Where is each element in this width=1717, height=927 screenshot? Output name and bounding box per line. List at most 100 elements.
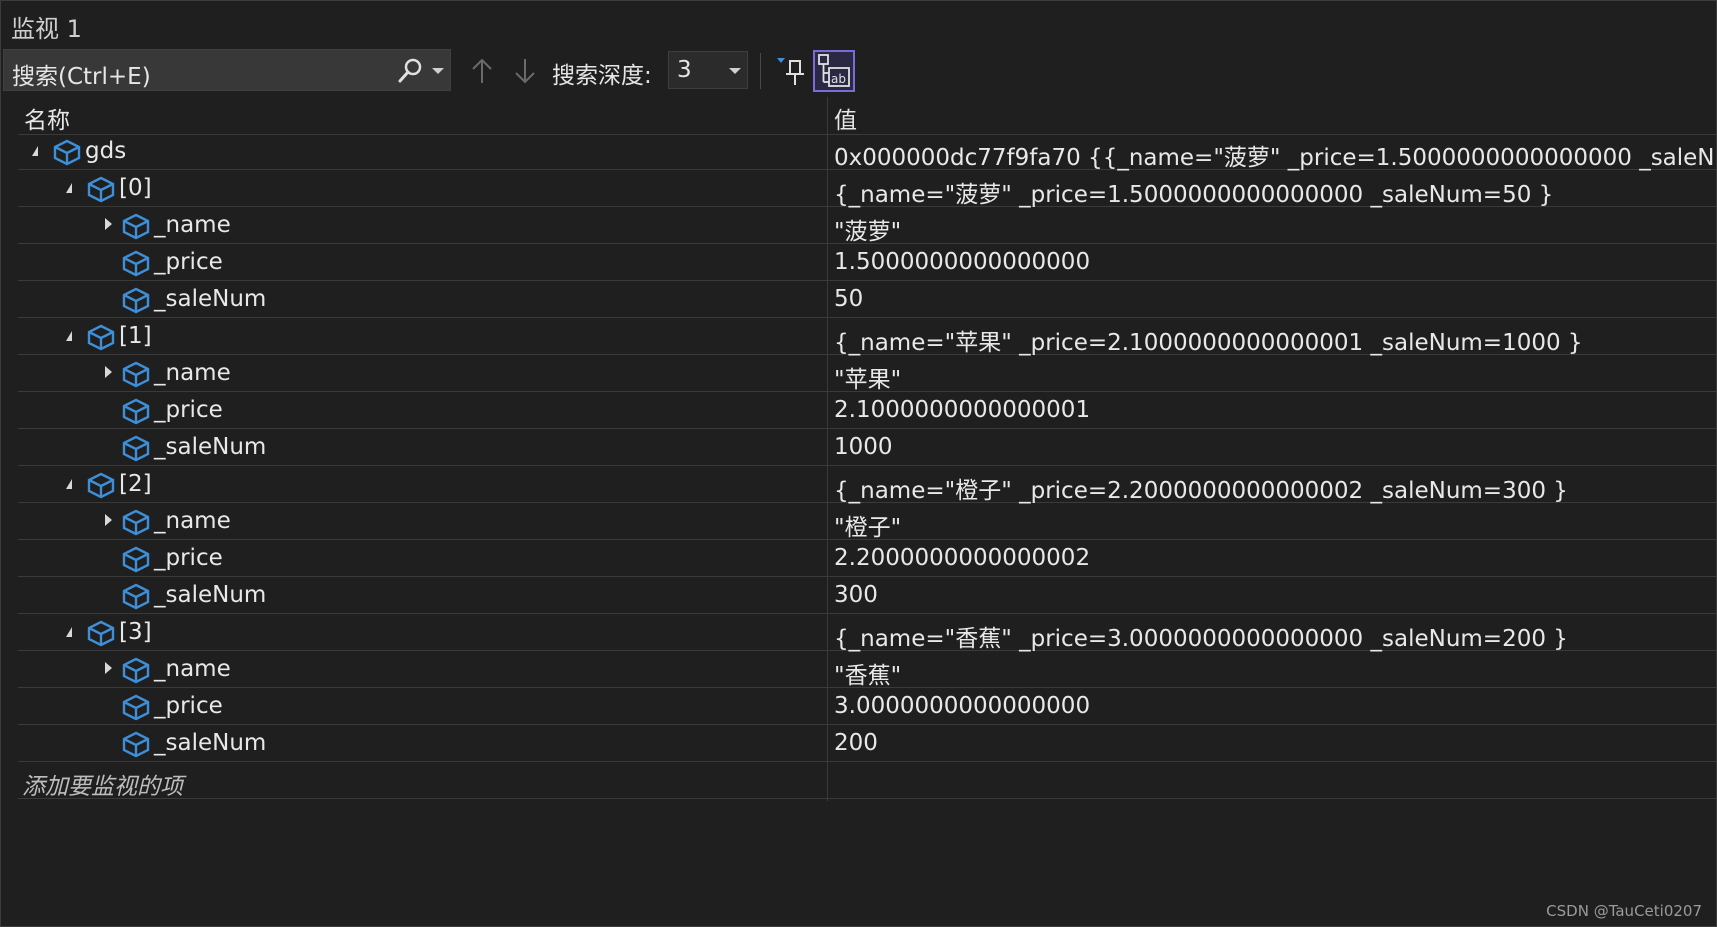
row-name: _price [154,397,223,423]
collapse-triangle-icon[interactable] [66,183,72,193]
row-value[interactable]: 2.2000000000000002 [834,545,1714,571]
collapse-triangle-icon[interactable] [32,146,38,156]
watch-row[interactable]: _price 1.5000000000000000 [18,245,1716,281]
watch-toolbar: 搜索(Ctrl+E) 搜索深度: 3 ab [1,47,1716,95]
row-value[interactable]: {_name="橙子" _price=2.2000000000000002 _s… [834,471,1714,505]
search-depth-value: 3 [677,57,692,83]
row-value[interactable]: 50 [834,286,1714,312]
row-value[interactable]: "香蕉" [834,656,1714,690]
watch-row[interactable]: _saleNum 50 [18,282,1716,318]
row-name: gds [85,138,127,164]
search-options-chevron-down-icon[interactable] [432,68,444,74]
grid-header: 名称 值 [18,97,1716,135]
row-name: _saleNum [154,582,267,608]
row-value[interactable]: 0x000000dc77f9fa70 {{_name="菠萝" _price=1… [834,138,1714,172]
search-input[interactable]: 搜索(Ctrl+E) [3,49,451,91]
watch-row[interactable]: [3] {_name="香蕉" _price=3.000000000000000… [18,615,1716,653]
row-name: _saleNum [154,286,267,312]
object-icon [122,509,150,536]
watermark: CSDN @TauCeti0207 [1546,902,1702,920]
row-value[interactable]: {_name="菠萝" _price=1.5000000000000000 _s… [834,175,1714,209]
object-icon [122,583,150,610]
row-name: [3] [119,619,152,645]
watch-titlebar: 监视 1 [1,1,1716,47]
row-name: _price [154,249,223,275]
row-value[interactable]: 1000 [834,434,1714,460]
object-icon [122,694,150,721]
object-icon [87,176,115,203]
row-name: _name [154,212,231,238]
search-placeholder: 搜索(Ctrl+E) [12,64,151,90]
chevron-down-icon [729,68,741,74]
search-icon[interactable] [396,56,426,86]
object-icon [122,546,150,573]
column-header-value[interactable]: 值 [834,101,857,135]
arrow-up-icon[interactable] [466,55,498,87]
row-value[interactable]: {_name="苹果" _price=2.1000000000000001 _s… [834,323,1714,357]
row-name: [1] [119,323,152,349]
row-name: _saleNum [154,730,267,756]
column-header-name[interactable]: 名称 [24,101,70,135]
search-depth-select[interactable]: 3 [668,51,748,89]
window-title: 监视 1 [11,15,82,43]
hex-display-icon: ab [818,54,850,87]
watch-grid: 名称 值 gds 0x000000dc77f9fa70 {{_name="菠萝"… [18,97,1716,801]
watch-row[interactable]: _price 2.2000000000000002 [18,541,1716,577]
watch-row[interactable]: _price 2.1000000000000001 [18,393,1716,429]
watch-row[interactable]: _name "菠萝" [18,208,1716,246]
row-value[interactable]: "橙子" [834,508,1714,542]
arrow-down-icon[interactable] [509,55,541,87]
row-value[interactable]: {_name="香蕉" _price=3.0000000000000000 _s… [834,619,1714,653]
collapse-triangle-icon[interactable] [66,331,72,341]
object-icon [122,435,150,462]
column-divider[interactable] [827,97,828,801]
object-icon [122,398,150,425]
watch-row[interactable]: _name "香蕉" [18,652,1716,690]
row-value[interactable]: 200 [834,730,1714,756]
watch-row[interactable]: _name "苹果" [18,356,1716,394]
row-value[interactable]: "菠萝" [834,212,1714,246]
watch-row[interactable]: _saleNum 1000 [18,430,1716,466]
watch-row[interactable]: [1] {_name="苹果" _price=2.100000000000000… [18,319,1716,357]
row-name: _saleNum [154,434,267,460]
row-value[interactable]: "苹果" [834,360,1714,394]
watch-row[interactable]: _name "橙子" [18,504,1716,542]
collapse-triangle-icon[interactable] [66,479,72,489]
row-value[interactable]: 300 [834,582,1714,608]
object-icon [122,731,150,758]
watch-row[interactable]: _saleNum 300 [18,578,1716,614]
row-name: _price [154,545,223,571]
watch-row[interactable]: [2] {_name="橙子" _price=2.200000000000000… [18,467,1716,505]
expand-triangle-icon[interactable] [105,662,112,674]
watch-row[interactable]: gds 0x000000dc77f9fa70 {{_name="菠萝" _pri… [18,134,1716,172]
pin-icon[interactable] [773,52,811,90]
hex-display-button[interactable]: ab [813,50,855,92]
watch-row[interactable]: _saleNum 200 [18,726,1716,762]
svg-text:ab: ab [831,72,846,86]
object-icon [122,250,150,277]
add-watch-row[interactable]: 添加要监视的项 [18,763,1716,801]
row-name: _name [154,656,231,682]
expand-triangle-icon[interactable] [105,366,112,378]
object-icon [53,139,81,166]
object-icon [87,472,115,499]
watch-row[interactable]: _price 3.0000000000000000 [18,689,1716,725]
row-name: _name [154,508,231,534]
object-icon [87,620,115,647]
row-value[interactable]: 1.5000000000000000 [834,249,1714,275]
expand-triangle-icon[interactable] [105,218,112,230]
row-name: _price [154,693,223,719]
search-depth-label: 搜索深度: [552,63,652,89]
expand-triangle-icon[interactable] [105,514,112,526]
row-value[interactable]: 2.1000000000000001 [834,397,1714,423]
object-icon [87,324,115,351]
object-icon [122,287,150,314]
object-icon [122,213,150,240]
watch-window: 监视 1 搜索(Ctrl+E) 搜索深度: 3 ab 名称 值 gds 0x00… [0,0,1717,927]
row-value[interactable]: 3.0000000000000000 [834,693,1714,719]
add-watch-label[interactable]: 添加要监视的项 [22,767,183,801]
watch-row[interactable]: [0] {_name="菠萝" _price=1.500000000000000… [18,171,1716,209]
row-name: [0] [119,175,152,201]
collapse-triangle-icon[interactable] [66,627,72,637]
object-icon [122,657,150,684]
